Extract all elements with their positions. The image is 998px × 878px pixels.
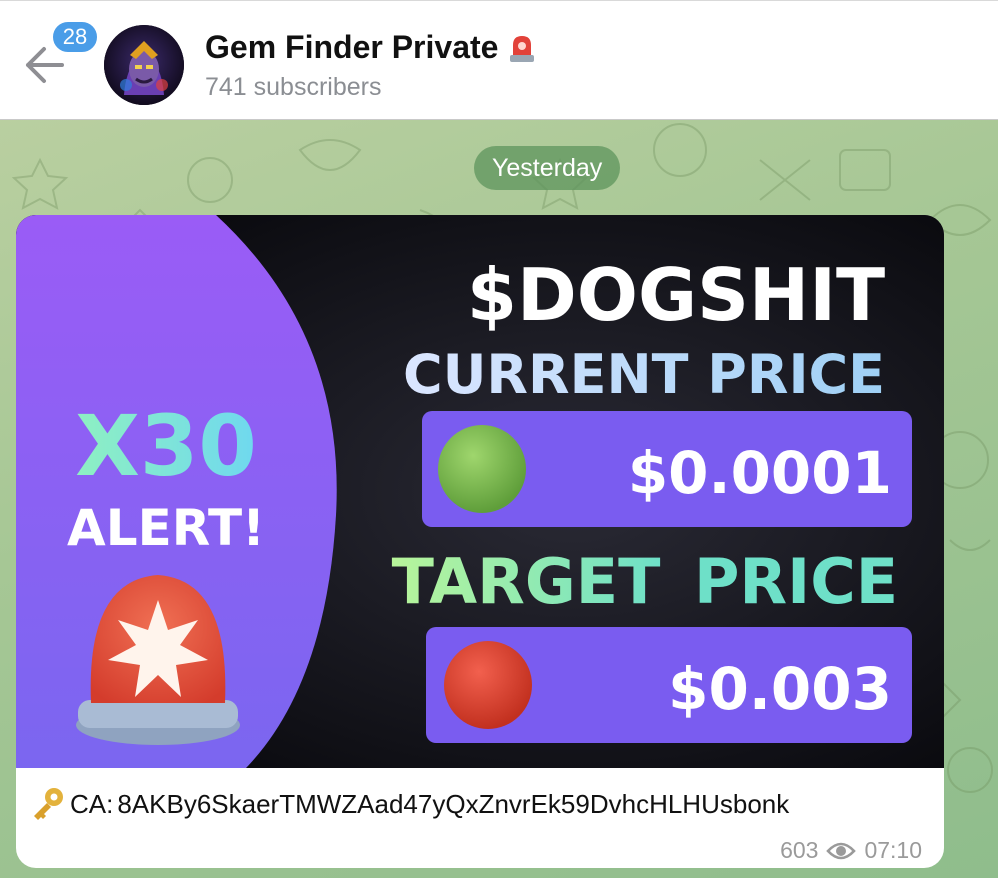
target-label-1: TARGET [392,545,661,618]
channel-avatar[interactable] [104,25,184,105]
current-price-label: CURRENT PRICE [403,343,885,406]
target-price-value: $0.003 [668,655,892,723]
avatar-image [104,25,184,105]
view-count: 603 [780,837,819,863]
caption-prefix: CA: [70,788,114,819]
post-caption: CA: 8AKBy6SkaerTMWZAad47yQxZnvrEk59DvhcH… [30,787,789,821]
post-image[interactable]: X30 ALERT! $DOGSHIT CURRENT PRICE $0.000… [16,215,944,768]
channel-title[interactable]: Gem Finder Private [205,29,536,66]
subscriber-count: 741 subscribers [205,73,382,101]
alert-multiplier: X30 [75,397,257,495]
alert-word: ALERT! [67,499,265,557]
contract-address[interactable]: 8AKBy6SkaerTMWZAad47yQxZnvrEk59DvhcHLHUs… [117,789,789,820]
post-meta: 603 07:10 [780,837,922,864]
channel-name: Gem Finder Private [205,29,499,65]
post-time: 07:10 [864,837,922,863]
eye-icon [826,842,857,859]
key-icon [34,788,63,820]
rotating-light-icon [510,35,535,62]
unread-count-badge: 28 [50,19,100,55]
date-separator: Yesterday [474,146,621,190]
ticker-text: $DOGSHIT [467,253,885,337]
chat-header: 28 Gem Finder Private 741 subscribers [0,0,998,120]
target-label-2: PRICE [694,545,898,618]
current-price-value: $0.0001 [628,439,892,507]
channel-post[interactable]: X30 ALERT! $DOGSHIT CURRENT PRICE $0.000… [16,215,944,868]
